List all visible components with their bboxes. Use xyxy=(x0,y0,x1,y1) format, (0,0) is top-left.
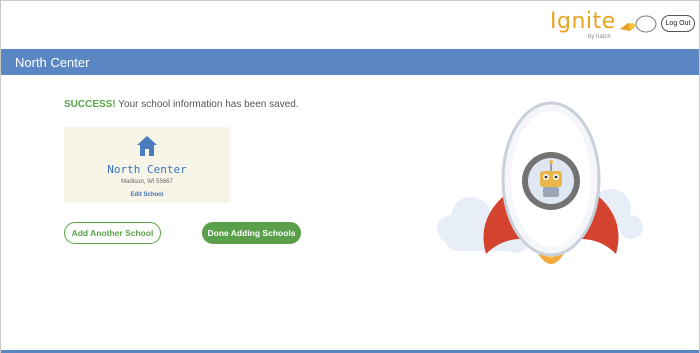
done-adding-schools-button[interactable]: Done Adding Schools xyxy=(202,222,301,244)
school-name: North Center xyxy=(107,163,187,176)
school-card: North Center Madison, WI 55667 Edit Scho… xyxy=(64,127,230,203)
rocket-illustration xyxy=(437,101,643,264)
logo-byline: by hatch xyxy=(588,34,611,40)
school-address: Madison, WI 55667 xyxy=(121,179,173,185)
add-another-school-button[interactable]: Add Another School xyxy=(64,222,161,244)
success-message: SUCCESS! Your school information has bee… xyxy=(64,99,299,110)
edit-school-link[interactable]: Edit School xyxy=(64,192,230,198)
ignite-logo[interactable]: Ignite by hatch xyxy=(550,9,658,45)
logo-wordmark: Ignite xyxy=(550,9,616,34)
success-label: SUCCESS! xyxy=(64,99,116,110)
page-banner: North Center xyxy=(1,49,699,75)
house-icon xyxy=(137,136,157,156)
success-text: Your school information has been saved. xyxy=(115,99,299,110)
rocket-logo-icon xyxy=(620,15,657,33)
page-title: North Center xyxy=(15,55,90,70)
logout-button[interactable]: Log Out xyxy=(661,15,695,32)
top-header: Ignite by hatch Log Out xyxy=(1,1,699,49)
